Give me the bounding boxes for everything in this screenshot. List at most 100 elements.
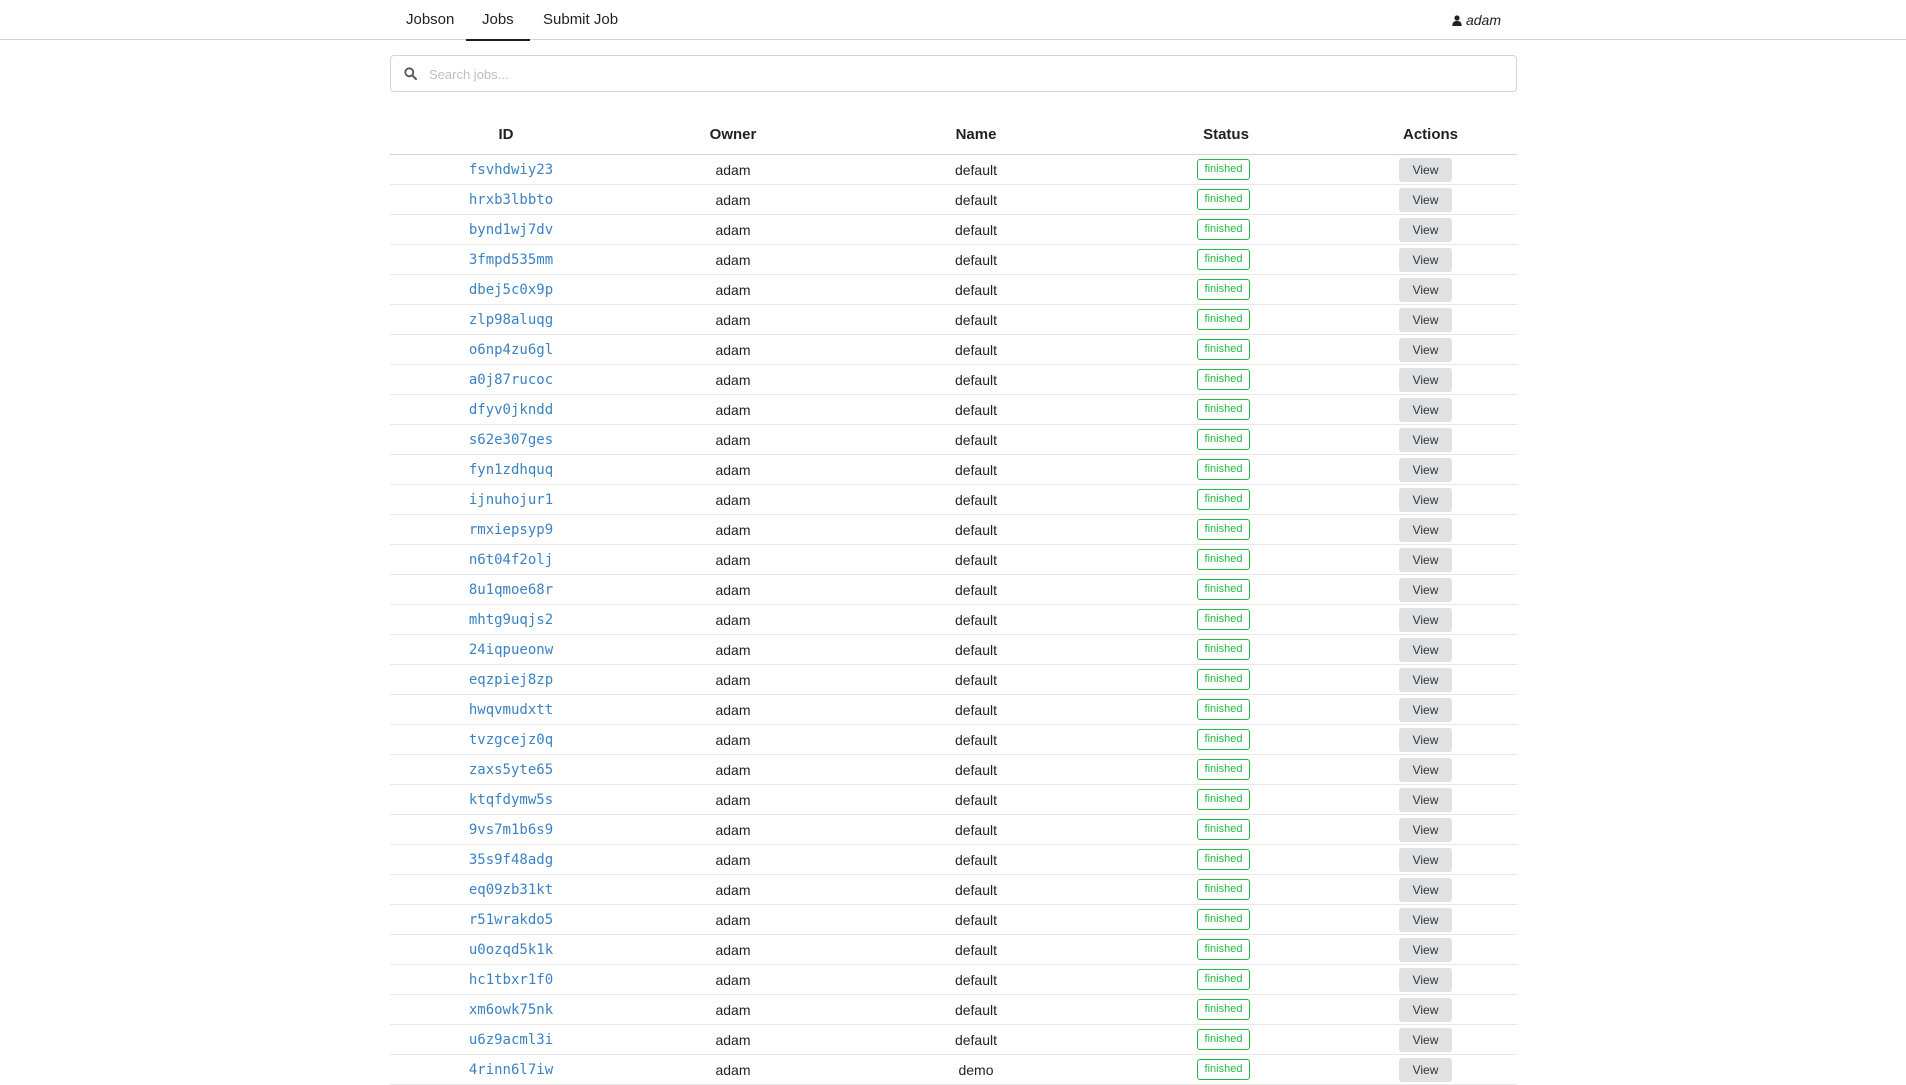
job-status-cell: finished [1108, 544, 1344, 575]
header-name[interactable]: Name [844, 114, 1108, 155]
job-id-link[interactable]: mhtg9uqjs2 [459, 612, 553, 628]
view-button[interactable]: View [1398, 607, 1453, 632]
status-badge: finished [1196, 519, 1251, 540]
job-actions-cell: View [1344, 544, 1517, 575]
view-button[interactable]: View [1398, 937, 1453, 962]
view-button[interactable]: View [1398, 337, 1453, 362]
view-button[interactable]: View [1398, 967, 1453, 992]
job-id-link[interactable]: eqzpiej8zp [459, 672, 553, 688]
nav-brand-jobson[interactable]: Jobson [390, 0, 470, 40]
job-id-link[interactable]: 24iqpueonw [459, 642, 553, 658]
view-button[interactable]: View [1398, 697, 1453, 722]
job-status-cell: finished [1108, 364, 1344, 395]
job-status-cell: finished [1108, 334, 1344, 365]
table-row: dfyv0jkndd adam default finished View [390, 394, 1517, 425]
job-id-link[interactable]: o6np4zu6gl [459, 342, 553, 358]
nav-tab-submit-job[interactable]: Submit Job [527, 0, 634, 40]
job-id-link[interactable]: tvzgcejz0q [459, 732, 553, 748]
job-id-link[interactable]: 9vs7m1b6s9 [459, 822, 553, 838]
view-button[interactable]: View [1398, 157, 1453, 182]
job-id-link[interactable]: u6z9acml3i [459, 1032, 553, 1048]
job-name: default [844, 304, 1108, 335]
job-id-link[interactable]: rmxiepsyp9 [459, 522, 553, 538]
job-status-cell: finished [1108, 604, 1344, 635]
job-id-link[interactable]: fyn1zdhquq [459, 462, 553, 478]
view-button[interactable]: View [1398, 547, 1453, 572]
job-id-link[interactable]: 35s9f48adg [459, 852, 553, 868]
view-button[interactable]: View [1398, 847, 1453, 872]
job-id-link[interactable]: ktqfdymw5s [459, 792, 553, 808]
job-id-link[interactable]: 4rinn6l7iw [459, 1062, 553, 1078]
view-button[interactable]: View [1398, 487, 1453, 512]
view-button[interactable]: View [1398, 727, 1453, 752]
job-id-link[interactable]: xm6owk75nk [459, 1002, 553, 1018]
job-id-link[interactable]: 3fmpd535mm [459, 252, 553, 268]
view-button[interactable]: View [1398, 1027, 1453, 1052]
view-button[interactable]: View [1398, 247, 1453, 272]
view-button[interactable]: View [1398, 397, 1453, 422]
job-owner: adam [622, 274, 844, 305]
job-id-link[interactable]: ijnuhojur1 [459, 492, 553, 508]
table-row: tvzgcejz0q adam default finished View [390, 724, 1517, 755]
job-id-link[interactable]: fsvhdwiy23 [459, 162, 553, 178]
view-button[interactable]: View [1398, 667, 1453, 692]
job-id-link[interactable]: dbej5c0x9p [459, 282, 553, 298]
view-button[interactable]: View [1398, 1057, 1453, 1082]
job-id-cell: eqzpiej8zp [390, 664, 622, 695]
view-button[interactable]: View [1398, 457, 1453, 482]
view-button[interactable]: View [1398, 307, 1453, 332]
view-button[interactable]: View [1398, 997, 1453, 1022]
job-owner: adam [622, 814, 844, 845]
view-button[interactable]: View [1398, 907, 1453, 932]
header-actions: Actions [1344, 114, 1517, 155]
job-id-link[interactable]: r51wrakdo5 [459, 912, 553, 928]
job-actions-cell: View [1344, 514, 1517, 545]
view-button[interactable]: View [1398, 517, 1453, 542]
table-row: 24iqpueonw adam default finished View [390, 634, 1517, 665]
view-button[interactable]: View [1398, 877, 1453, 902]
job-owner: adam [622, 214, 844, 245]
job-id-link[interactable]: zaxs5yte65 [459, 762, 553, 778]
job-status-cell: finished [1108, 514, 1344, 545]
view-button[interactable]: View [1398, 817, 1453, 842]
view-button[interactable]: View [1398, 787, 1453, 812]
header-status[interactable]: Status [1108, 114, 1344, 155]
user-menu[interactable]: adam [1436, 0, 1517, 40]
job-id-link[interactable]: hc1tbxr1f0 [459, 972, 553, 988]
job-id-link[interactable]: s62e307ges [459, 432, 553, 448]
job-id-link[interactable]: hwqvmudxtt [459, 702, 553, 718]
view-button[interactable]: View [1398, 757, 1453, 782]
job-id-cell: hc1tbxr1f0 [390, 964, 622, 995]
search-input[interactable] [427, 56, 1511, 93]
job-id-link[interactable]: a0j87rucoc [459, 372, 553, 388]
table-row: ijnuhojur1 adam default finished View [390, 484, 1517, 515]
job-id-link[interactable]: hrxb3lbbto [459, 192, 553, 208]
status-badge: finished [1196, 369, 1251, 390]
job-owner: adam [622, 394, 844, 425]
status-badge: finished [1196, 909, 1251, 930]
job-name: default [844, 994, 1108, 1025]
job-id-link[interactable]: n6t04f2olj [459, 552, 553, 568]
table-row: hrxb3lbbto adam default finished View [390, 184, 1517, 215]
job-actions-cell: View [1344, 604, 1517, 635]
job-id-cell: n6t04f2olj [390, 544, 622, 575]
job-id-link[interactable]: eq09zb31kt [459, 882, 553, 898]
header-id[interactable]: ID [390, 114, 622, 155]
job-id-link[interactable]: dfyv0jkndd [459, 402, 553, 418]
view-button[interactable]: View [1398, 577, 1453, 602]
job-id-link[interactable]: 8u1qmoe68r [459, 582, 553, 598]
job-id-link[interactable]: zlp98aluqg [459, 312, 553, 328]
job-id-cell: 24iqpueonw [390, 634, 622, 665]
job-id-link[interactable]: u0ozqd5k1k [459, 942, 553, 958]
view-button[interactable]: View [1398, 277, 1453, 302]
view-button[interactable]: View [1398, 427, 1453, 452]
view-button[interactable]: View [1398, 187, 1453, 212]
status-badge: finished [1196, 489, 1251, 510]
view-button[interactable]: View [1398, 217, 1453, 242]
job-id-link[interactable]: bynd1wj7dv [459, 222, 553, 238]
nav-tab-jobs[interactable]: Jobs [466, 0, 530, 41]
job-owner: adam [622, 634, 844, 665]
view-button[interactable]: View [1398, 637, 1453, 662]
view-button[interactable]: View [1398, 367, 1453, 392]
header-owner[interactable]: Owner [622, 114, 844, 155]
